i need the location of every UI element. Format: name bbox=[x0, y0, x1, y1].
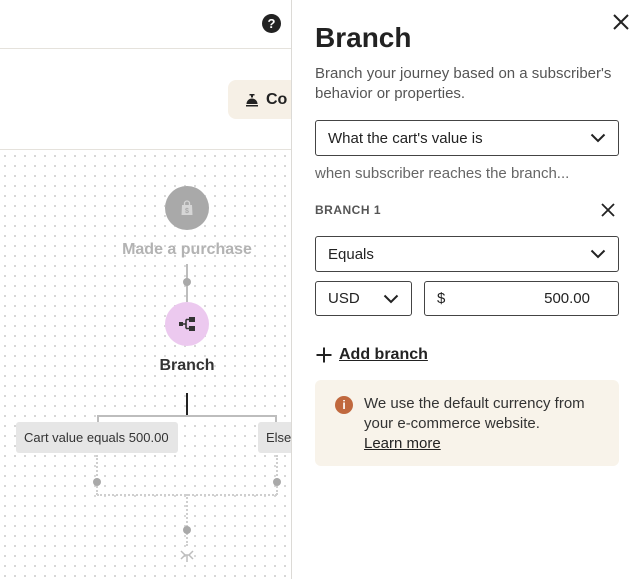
connector-dot bbox=[183, 526, 191, 534]
operator-value: Equals bbox=[328, 245, 374, 263]
currency-info-box: i We use the default currency from your … bbox=[315, 380, 619, 466]
continue-button-label: Co bbox=[266, 90, 288, 108]
branch-chip-else[interactable]: Else bbox=[258, 422, 291, 453]
branch-node[interactable] bbox=[165, 302, 209, 346]
info-message: We use the default currency from your e-… bbox=[364, 395, 585, 432]
bell-icon bbox=[246, 93, 258, 106]
chevron-down-icon bbox=[590, 133, 606, 143]
dashed-connector bbox=[96, 455, 98, 495]
close-icon[interactable] bbox=[611, 12, 631, 32]
plus-icon bbox=[316, 347, 332, 363]
currency-select[interactable]: USD bbox=[315, 281, 412, 316]
cart-value-text: 500.00 bbox=[544, 290, 590, 307]
branch-heading: BRANCH 1 bbox=[315, 203, 382, 217]
learn-more-link[interactable]: Learn more bbox=[364, 434, 441, 454]
shopping-bag-icon: $ bbox=[181, 200, 193, 215]
connector-dot bbox=[273, 478, 281, 486]
panel-description: Branch your journey based on a subscribe… bbox=[315, 65, 612, 102]
continue-button[interactable]: Co bbox=[228, 80, 291, 119]
chevron-down-icon bbox=[590, 249, 606, 259]
branch-property-value: What the cart's value is bbox=[328, 129, 483, 147]
branch-node-label: Branch bbox=[159, 357, 215, 374]
branch-chip-cart-value[interactable]: Cart value equals 500.00 bbox=[16, 422, 178, 453]
info-text-block: We use the default currency from your e-… bbox=[364, 394, 604, 454]
branch-property-select[interactable]: What the cart's value is bbox=[315, 120, 619, 156]
currency-value: USD bbox=[328, 290, 360, 307]
canvas-top-bar: ? bbox=[0, 0, 291, 49]
made-a-purchase-node[interactable]: $ bbox=[165, 186, 209, 230]
cart-value-input[interactable]: $ 500.00 bbox=[424, 281, 619, 316]
currency-symbol: $ bbox=[437, 290, 446, 307]
connector-dot bbox=[93, 478, 101, 486]
remove-branch-icon[interactable] bbox=[600, 202, 616, 218]
trigger-node-label: Made a purchase bbox=[122, 241, 252, 258]
journey-canvas: ? $ Made a purchase Branch Cart value eq… bbox=[0, 0, 291, 579]
panel-title: Branch bbox=[315, 22, 412, 53]
add-branch-label: Add branch bbox=[339, 346, 428, 363]
operator-select[interactable]: Equals bbox=[315, 236, 619, 272]
dashed-connector bbox=[276, 455, 278, 495]
branch-icon bbox=[179, 317, 195, 331]
connector-dot bbox=[183, 278, 191, 286]
svg-text:$: $ bbox=[185, 208, 189, 215]
dashed-connector bbox=[186, 494, 188, 546]
end-flag-icon bbox=[180, 550, 194, 562]
chevron-down-icon bbox=[383, 294, 399, 303]
add-branch-button[interactable]: Add branch bbox=[315, 346, 428, 364]
split-line bbox=[97, 415, 277, 417]
info-icon: i bbox=[335, 396, 353, 414]
split-stem bbox=[186, 393, 188, 417]
reach-text: when subscriber reaches the branch... bbox=[315, 165, 570, 182]
help-icon[interactable]: ? bbox=[262, 14, 281, 33]
